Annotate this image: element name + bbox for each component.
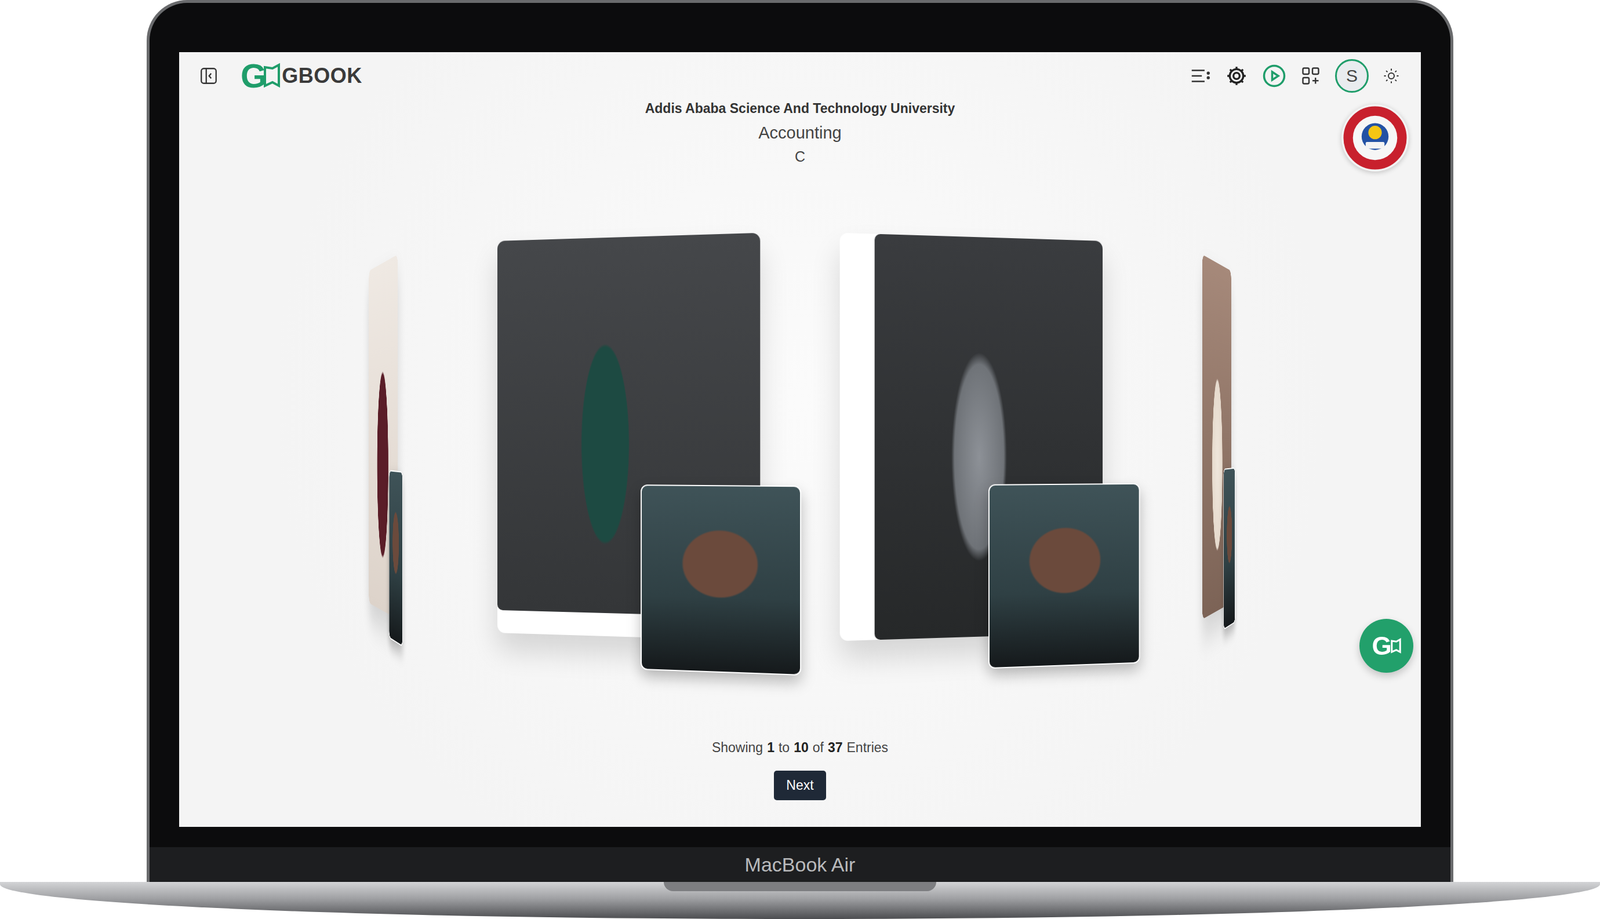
- sidebar-toggle-icon[interactable]: [198, 66, 219, 86]
- student-card[interactable]: [1202, 254, 1232, 620]
- device-label: MacBook Air: [149, 847, 1451, 883]
- logo-mark: G: [240, 59, 267, 93]
- institution-name: Addis Ababa Science And Technology Unive…: [645, 100, 956, 117]
- graduation-photo: [388, 470, 403, 647]
- laptop-base: [0, 882, 1600, 919]
- page: G GBOOK S Addis Ababa Science And Technolog…: [0, 0, 1600, 919]
- apps-grid-icon[interactable]: [1300, 65, 1322, 87]
- gear-icon[interactable]: [1224, 64, 1249, 88]
- logo[interactable]: G GBOOK: [240, 59, 363, 93]
- top-bar: G GBOOK S: [179, 52, 1421, 96]
- student-card[interactable]: [840, 233, 1103, 642]
- book-icon: [1390, 638, 1402, 655]
- student-card[interactable]: [497, 233, 760, 642]
- user-avatar[interactable]: S: [1335, 59, 1369, 93]
- university-seal-icon: [1341, 104, 1409, 172]
- page-heading: Addis Ababa Science And Technology Unive…: [179, 100, 1421, 166]
- section-name: C: [794, 148, 806, 166]
- pagination: Showing1to10of37Entries Next: [179, 740, 1421, 801]
- entries-info: Showing1to10of37Entries: [711, 740, 889, 756]
- gbook-fab[interactable]: G: [1359, 619, 1414, 674]
- logo-name: GBOOK: [281, 63, 363, 89]
- play-icon[interactable]: [1262, 63, 1287, 89]
- graduation-photo: [988, 483, 1140, 669]
- laptop-lid: G GBOOK S Addis Ababa Science And Technolog…: [146, 0, 1454, 883]
- base-notch: [663, 882, 937, 892]
- book-icon: [263, 62, 281, 90]
- student-card[interactable]: [368, 254, 398, 620]
- graduation-photo: [1223, 467, 1235, 631]
- sun-icon[interactable]: [1382, 67, 1400, 85]
- app-screen: G GBOOK S Addis Ababa Science And Technolog…: [179, 52, 1421, 828]
- department-name: Accounting: [758, 123, 842, 143]
- graduation-photo: [640, 484, 802, 676]
- list-menu-icon[interactable]: [1188, 64, 1212, 87]
- student-carousel[interactable]: [179, 225, 1421, 649]
- next-button[interactable]: Next: [773, 771, 827, 801]
